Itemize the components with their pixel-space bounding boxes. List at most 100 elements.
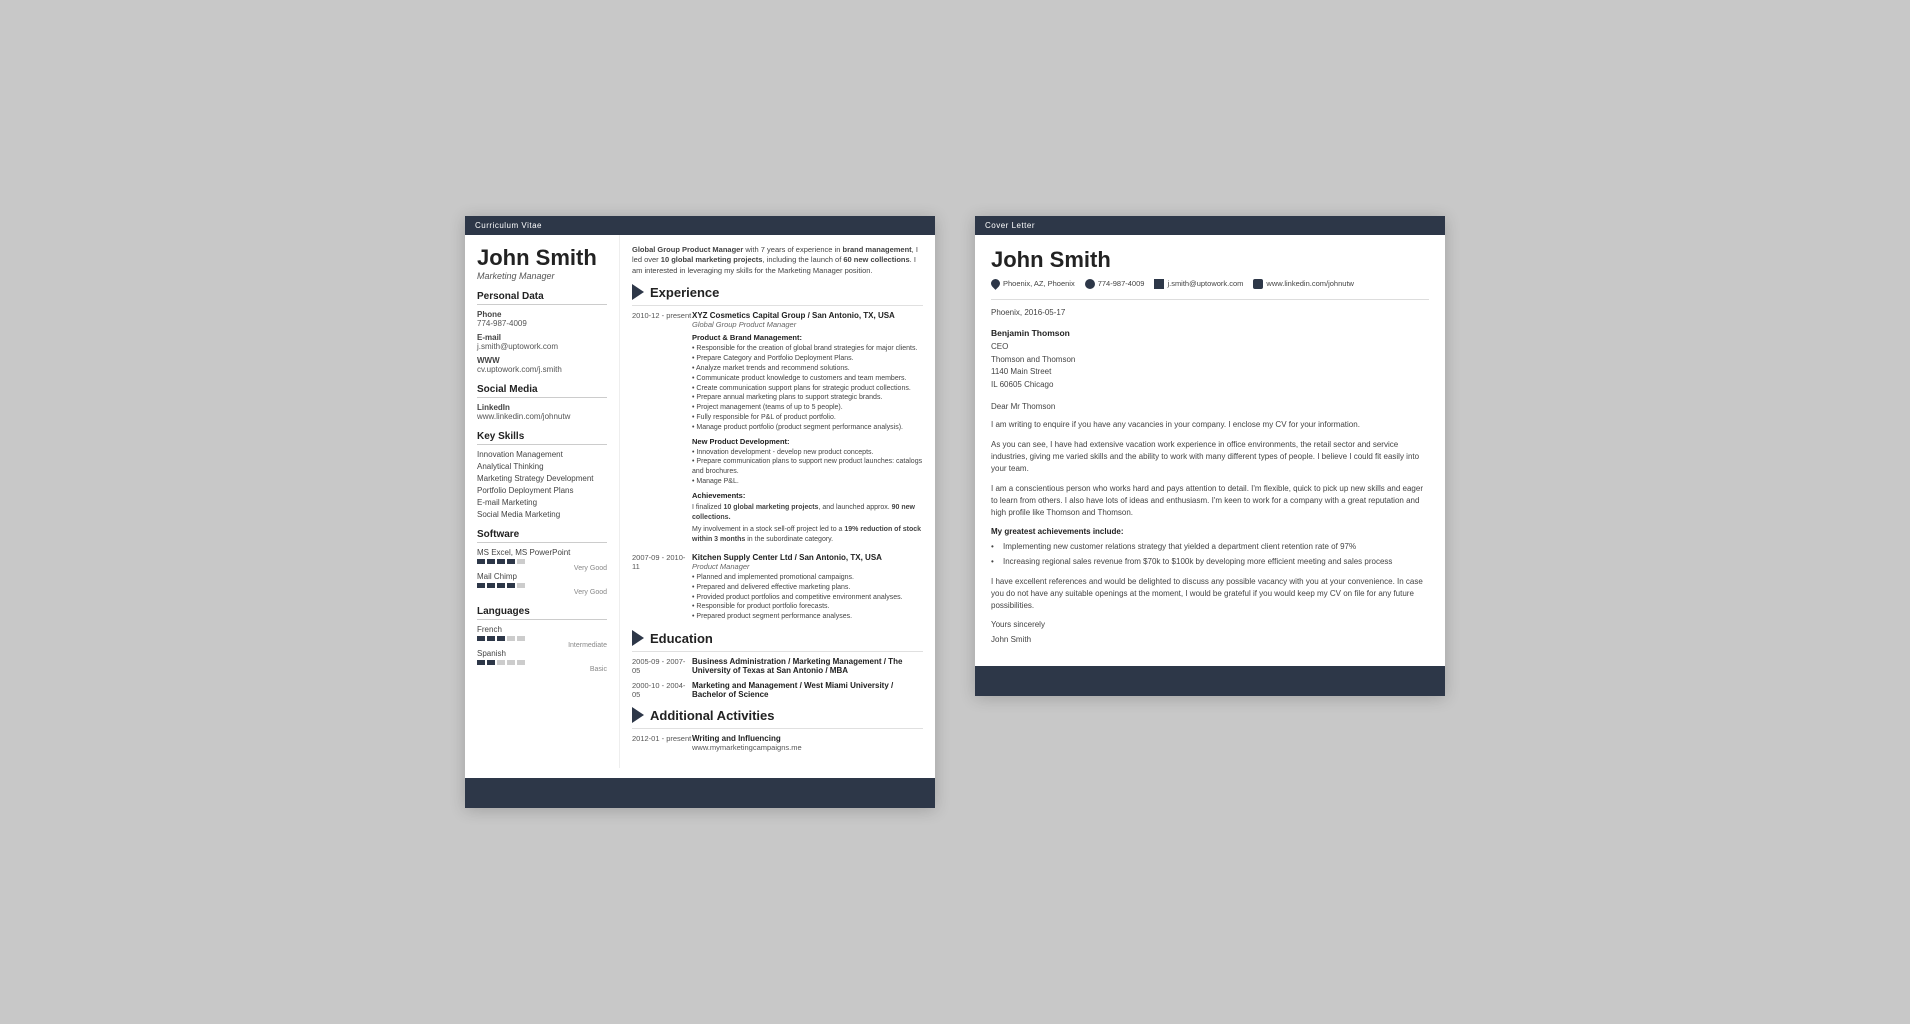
- exp-1-company: XYZ Cosmetics Capital Group / San Antoni…: [692, 311, 923, 320]
- software-1-name: MS Excel, MS PowerPoint: [477, 548, 607, 557]
- cl-valediction-text: Yours sincerely: [991, 620, 1429, 629]
- edu-2-degree: Marketing and Management / West Miami Un…: [692, 681, 923, 699]
- cl-valediction: Yours sincerely John Smith: [991, 620, 1429, 644]
- skill-4: Portfolio Deployment Plans: [477, 486, 607, 495]
- cl-achievement-2: Increasing regional sales revenue from $…: [991, 556, 1429, 568]
- edu-entry-1: 2005-09 - 2007-05 Business Administratio…: [632, 657, 923, 675]
- cl-footer: [975, 666, 1445, 696]
- dot: [477, 636, 485, 641]
- dot: [497, 583, 505, 588]
- exp-2-bullet-2: • Prepared and delivered effective marke…: [692, 583, 923, 593]
- exp-1-bullet-8: • Fully responsible for P&L of product p…: [692, 413, 923, 423]
- recipient-title: CEO: [991, 341, 1429, 354]
- exp-entry-2: 2007-09 - 2010-11 Kitchen Supply Center …: [632, 553, 923, 622]
- experience-title: Experience: [650, 285, 719, 300]
- cv-main-content: Global Group Product Manager with 7 year…: [620, 235, 935, 768]
- edu-1-date: 2005-09 - 2007-05: [632, 657, 692, 675]
- dot-empty: [517, 660, 525, 665]
- dot-empty: [507, 660, 515, 665]
- cl-linkedin-text: www.linkedin.com/johnutw: [1266, 279, 1354, 288]
- dot-empty: [507, 636, 515, 641]
- edu-2-content: Marketing and Management / West Miami Un…: [692, 681, 923, 699]
- exp-1-bullet-3: • Analyze market trends and recommend so…: [692, 364, 923, 374]
- experience-section-header: Experience: [632, 284, 923, 300]
- skill-6: Social Media Marketing: [477, 510, 607, 519]
- skill-2: Analytical Thinking: [477, 462, 607, 471]
- cl-para-1: I am writing to enquire if you have any …: [991, 419, 1429, 431]
- phone-label: Phone: [477, 310, 607, 319]
- dot: [477, 660, 485, 665]
- exp-entry-1: 2010-12 - present XYZ Cosmetics Capital …: [632, 311, 923, 545]
- exp-1-achieve-2: My involvement in a stock sell-off proje…: [692, 525, 923, 545]
- cv-body: John Smith Marketing Manager Personal Da…: [465, 235, 935, 768]
- edu-entry-2: 2000-10 - 2004-05 Marketing and Manageme…: [632, 681, 923, 699]
- edu-1-content: Business Administration / Marketing Mana…: [692, 657, 923, 675]
- exp-1-bullet-6: • Prepare annual marketing plans to supp…: [692, 393, 923, 403]
- exp-2-company: Kitchen Supply Center Ltd / San Antonio,…: [692, 553, 923, 562]
- exp-2-bullet-4: • Responsible for product portfolio fore…: [692, 602, 923, 612]
- personal-data-title: Personal Data: [477, 291, 607, 305]
- location-icon: [989, 278, 1002, 291]
- skill-3: Marketing Strategy Development: [477, 474, 607, 483]
- recipient-name: Benjamin Thomson: [991, 327, 1429, 341]
- recipient-address: 1140 Main Street: [991, 366, 1429, 379]
- exp-1-npd-2: • Prepare communication plans to support…: [692, 457, 923, 477]
- cl-contact-info: Phoenix, AZ, Phoenix 774-987-4009 j.smit…: [991, 279, 1429, 289]
- cl-location-text: Phoenix, AZ, Phoenix: [1003, 279, 1075, 288]
- exp-1-bullet-1: • Responsible for the creation of global…: [692, 344, 923, 354]
- activity-1-content: Writing and Influencing www.mymarketingc…: [692, 734, 923, 752]
- exp-1-content: XYZ Cosmetics Capital Group / San Antoni…: [692, 311, 923, 545]
- dot: [497, 559, 505, 564]
- linkedin-label: LinkedIn: [477, 403, 607, 412]
- exp-1-achieve-1: I finalized 10 global marketing projects…: [692, 503, 923, 523]
- exp-1-sub1-title: Product & Brand Management:: [692, 333, 923, 342]
- edu-2-date: 2000-10 - 2004-05: [632, 681, 692, 699]
- exp-2-role: Product Manager: [692, 562, 923, 571]
- cl-achievement-1: Implementing new customer relations stra…: [991, 541, 1429, 553]
- additional-section-header: Additional Activities: [632, 707, 923, 723]
- software-2-label: Very Good: [477, 589, 607, 596]
- cl-divider: [991, 299, 1429, 300]
- skill-5: E-mail Marketing: [477, 498, 607, 507]
- email-icon: [1154, 279, 1164, 289]
- cl-para-2: As you can see, I have had extensive vac…: [991, 439, 1429, 475]
- dot: [507, 583, 515, 588]
- education-section-header: Education: [632, 630, 923, 646]
- exp-2-bullet-1: • Planned and implemented promotional ca…: [692, 573, 923, 583]
- cl-closing-para: I have excellent references and would be…: [991, 576, 1429, 612]
- dot: [487, 559, 495, 564]
- cv-document: Curriculum Vitae John Smith Marketing Ma…: [465, 216, 935, 808]
- cv-footer: [465, 778, 935, 808]
- cv-header-bar: Curriculum Vitae: [465, 216, 935, 235]
- dot: [497, 636, 505, 641]
- exp-2-content: Kitchen Supply Center Ltd / San Antonio,…: [692, 553, 923, 622]
- phone-icon: [1085, 279, 1095, 289]
- experience-arrow-icon: [632, 284, 644, 300]
- linkedin-value: www.linkedin.com/johnutw: [477, 412, 607, 421]
- dot: [477, 559, 485, 564]
- software-1-rating: [477, 559, 607, 564]
- software-1-label: Very Good: [477, 565, 607, 572]
- dot: [487, 583, 495, 588]
- exp-1-bullet-4: • Communicate product knowledge to custo…: [692, 374, 923, 384]
- cl-signature: John Smith: [991, 635, 1429, 644]
- email-value: j.smith@uptowork.com: [477, 342, 607, 351]
- cl-date: Phoenix, 2016-05-17: [991, 308, 1429, 317]
- cl-phone: 774-987-4009: [1085, 279, 1145, 289]
- cv-intro: Global Group Product Manager with 7 year…: [632, 245, 923, 277]
- dot-empty: [517, 559, 525, 564]
- exp-1-npd-3: • Manage P&L.: [692, 477, 923, 487]
- dot-empty: [517, 583, 525, 588]
- dot-empty: [497, 660, 505, 665]
- cl-recipient: Benjamin Thomson CEO Thomson and Thomson…: [991, 327, 1429, 392]
- exp-1-npd-1: • Innovation development - develop new p…: [692, 448, 923, 458]
- lang-2-rating: [477, 660, 607, 665]
- cl-achievements-title: My greatest achievements include:: [991, 527, 1429, 536]
- cv-job-title: Marketing Manager: [477, 271, 607, 281]
- documents-wrapper: Curriculum Vitae John Smith Marketing Ma…: [465, 186, 1445, 838]
- exp-1-role: Global Group Product Manager: [692, 320, 923, 329]
- education-arrow-icon: [632, 630, 644, 646]
- additional-title: Additional Activities: [650, 708, 774, 723]
- cl-linkedin: www.linkedin.com/johnutw: [1253, 279, 1354, 289]
- cv-sidebar: John Smith Marketing Manager Personal Da…: [465, 235, 620, 768]
